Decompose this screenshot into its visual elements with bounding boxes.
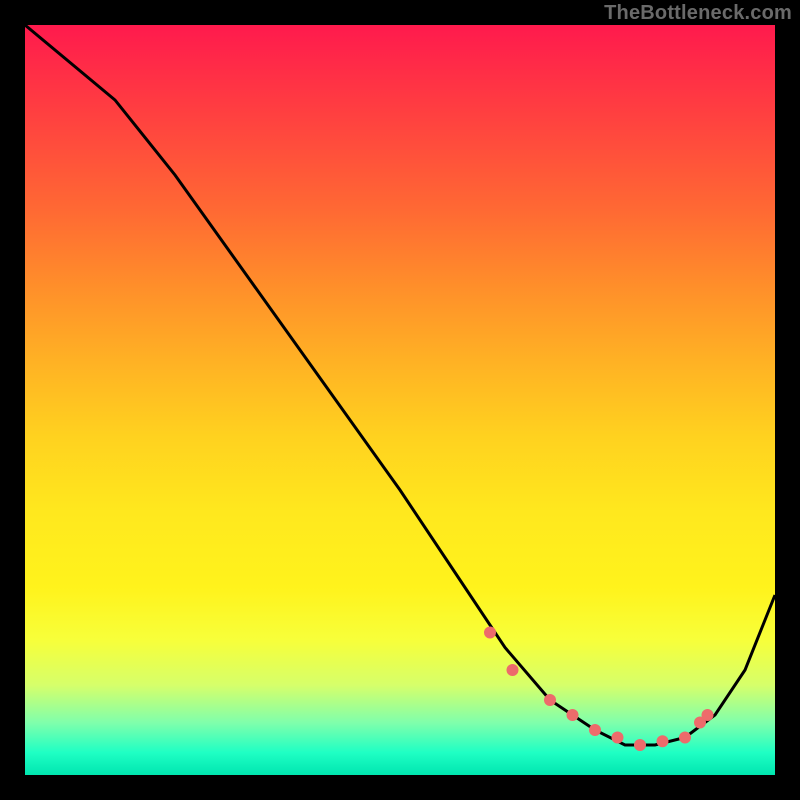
highlight-dot — [634, 739, 646, 751]
highlight-dots — [484, 627, 714, 752]
highlight-dot — [567, 709, 579, 721]
plot-area — [25, 25, 775, 775]
watermark-text: TheBottleneck.com — [604, 2, 792, 25]
highlight-dot — [657, 735, 669, 747]
highlight-dot — [484, 627, 496, 639]
chart-frame: TheBottleneck.com — [0, 0, 800, 800]
highlight-dot — [612, 732, 624, 744]
highlight-dot — [589, 724, 601, 736]
bottleneck-curve — [25, 25, 775, 745]
highlight-dot — [507, 664, 519, 676]
highlight-dot — [702, 709, 714, 721]
highlight-dot — [544, 694, 556, 706]
highlight-dot — [679, 732, 691, 744]
curve-layer — [25, 25, 775, 775]
